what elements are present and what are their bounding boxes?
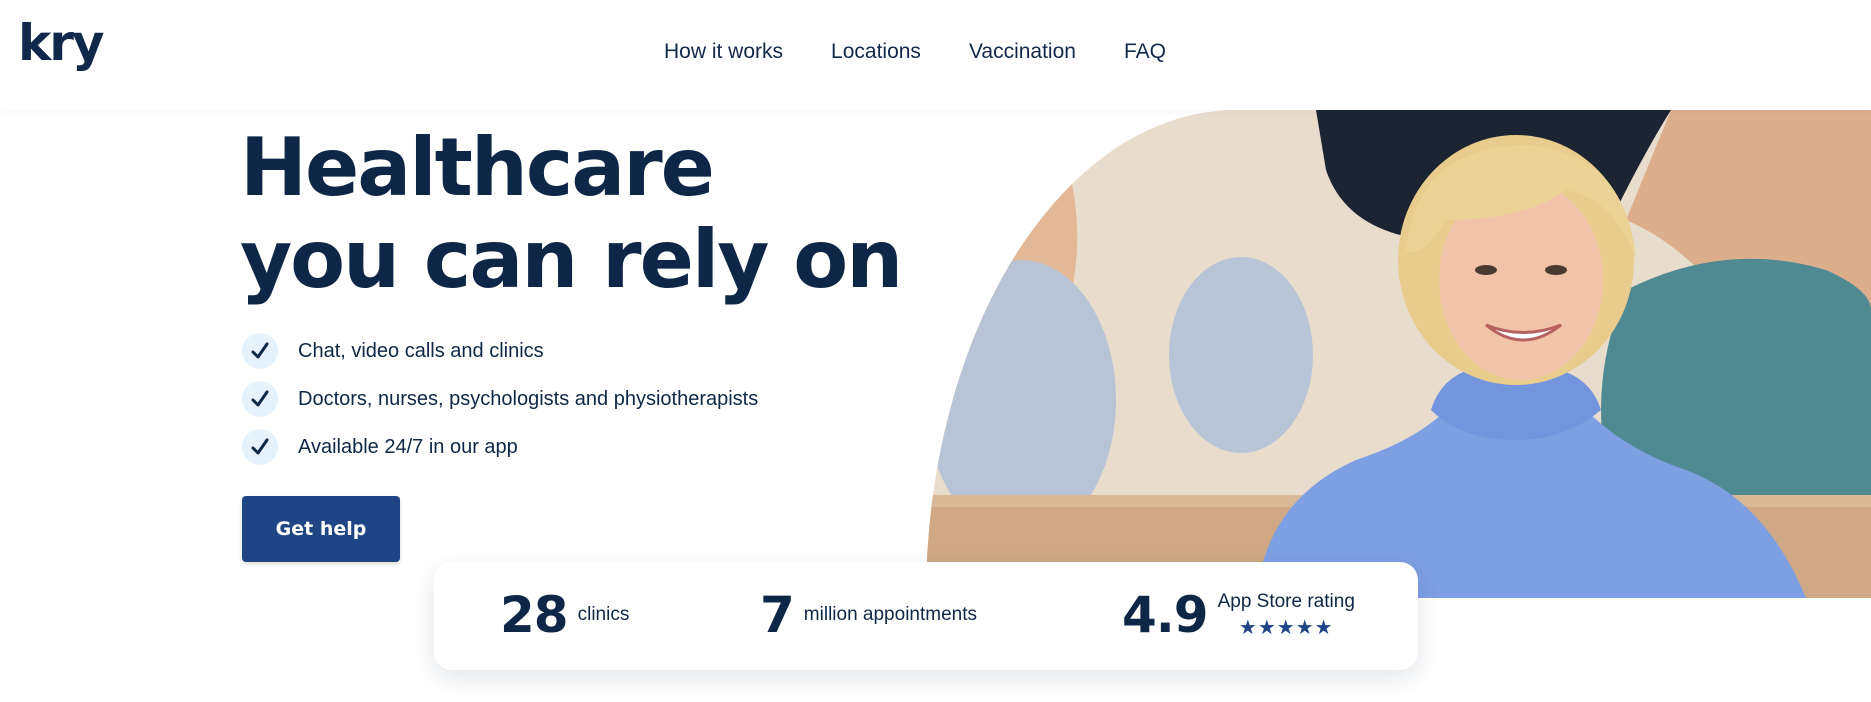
check-icon — [242, 429, 278, 465]
stat-number: 4.9 — [1122, 586, 1209, 644]
feature-item: Doctors, nurses, psychologists and physi… — [242, 375, 758, 423]
nav-locations[interactable]: Locations — [831, 40, 921, 64]
rating-label-group: App Store rating ★★★★★ — [1218, 591, 1355, 640]
check-icon — [242, 381, 278, 417]
stat-label: App Store rating — [1217, 590, 1355, 612]
stats-card: 28 clinics 7 million appointments 4.9 Ap… — [434, 562, 1418, 670]
nav-faq[interactable]: FAQ — [1124, 40, 1166, 64]
hero-title-line-1: Healthcare — [240, 121, 715, 214]
hero-title-line-2: you can rely on — [240, 213, 903, 306]
feature-text: Available 24/7 in our app — [298, 435, 518, 458]
site-header: kry How it works Locations Vaccination F… — [0, 0, 1871, 110]
stat-label: clinics — [577, 604, 630, 625]
feature-text: Doctors, nurses, psychologists and physi… — [298, 387, 759, 410]
feature-item: Available 24/7 in our app — [242, 423, 758, 471]
nav-vaccination[interactable]: Vaccination — [969, 40, 1076, 64]
get-help-button[interactable]: Get help — [242, 496, 400, 562]
stat-app-store-rating: 4.9 App Store rating ★★★★★ — [1122, 586, 1355, 644]
hero-photo — [926, 110, 1871, 598]
star-rating-icon: ★★★★★ — [1238, 616, 1334, 639]
stat-label: million appointments — [803, 604, 977, 625]
hero-title: Healthcare you can rely on — [240, 121, 903, 306]
feature-list: Chat, video calls and clinics Doctors, n… — [242, 327, 758, 471]
nav-how-it-works[interactable]: How it works — [664, 40, 783, 64]
main-nav: How it works Locations Vaccination FAQ — [664, 40, 1166, 64]
check-icon — [242, 333, 278, 369]
stat-number: 7 — [760, 586, 795, 644]
stat-appointments: 7 million appointments — [760, 586, 977, 644]
feature-text: Chat, video calls and clinics — [298, 339, 544, 362]
feature-item: Chat, video calls and clinics — [242, 327, 758, 375]
stat-clinics: 28 clinics — [500, 586, 629, 644]
stat-number: 28 — [500, 586, 569, 644]
kry-logo[interactable]: kry — [18, 18, 105, 68]
